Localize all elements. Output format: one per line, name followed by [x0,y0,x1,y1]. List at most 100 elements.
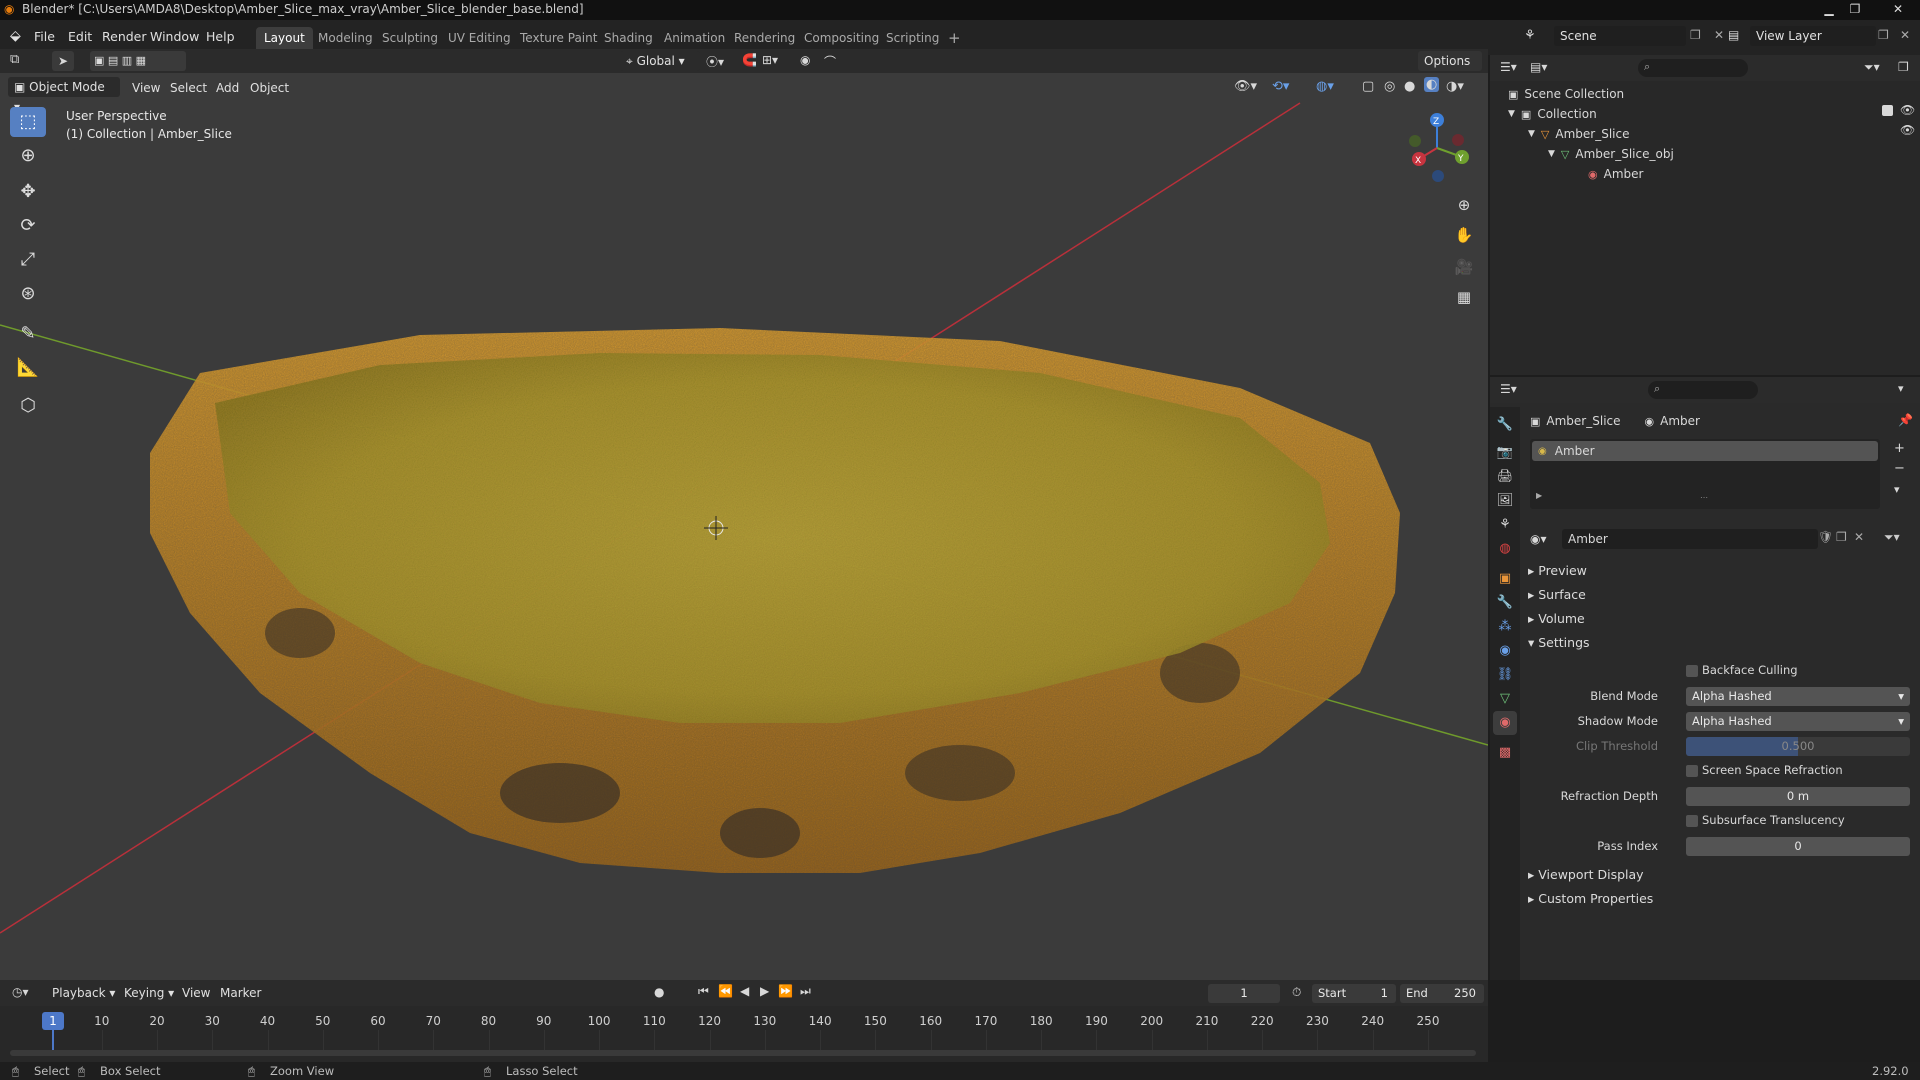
blend-mode-dropdown[interactable]: Alpha Hashed ▾ [1686,687,1910,706]
rotate-tool-icon[interactable]: ⟳ [10,211,46,241]
zoom-icon[interactable]: ⊕ [1450,191,1478,219]
add-cube-tool-icon[interactable]: ⬡ [10,391,46,421]
proportional-edit-icon[interactable]: ◉ [800,53,810,67]
next-keyframe-icon[interactable]: ⏩ [778,984,793,998]
timeline-editor-icon[interactable]: ◷▾ [12,985,29,999]
world-tab-icon[interactable]: ◍ [1493,537,1517,561]
tab-layout[interactable]: Layout [256,27,313,49]
refraction-depth-field[interactable]: 0 m [1686,787,1910,806]
screen-space-refraction-checkbox[interactable] [1686,765,1698,777]
chevron-down-icon[interactable]: ▾ [1898,382,1904,395]
material-slot-item[interactable]: ◉ Amber [1532,441,1878,461]
outliner-search-input[interactable]: ⌕ [1638,59,1748,77]
properties-editor-icon[interactable]: ☰▾ [1500,382,1517,396]
transform-orientation-dropdown[interactable]: ⌖ Global ▾ [620,51,700,71]
outliner-row-material[interactable]: ◉ Amber [1588,165,1643,183]
constraints-tab-icon[interactable]: ⛓ [1493,663,1517,687]
tab-rendering[interactable]: Rendering [726,27,803,49]
outliner-row-scene-collection[interactable]: ▣ Scene Collection [1508,85,1624,103]
timeline-track[interactable]: 10 20 30 40 50 60 70 80 90 100 110 120 130 140 150 160 1… [0,1006,1488,1062]
physics-tab-icon[interactable]: ◉ [1493,639,1517,663]
proportional-falloff-icon[interactable]: ⌒ [824,53,836,70]
outliner-editor-icon[interactable]: ☰▾ [1500,60,1517,74]
snap-target-icon[interactable]: ⊞▾ [762,53,778,67]
timeline-scrollbar[interactable] [10,1050,1476,1056]
section-viewport-display[interactable]: ▸ Viewport Display [1528,867,1644,882]
start-frame-field[interactable]: Start 1 [1312,984,1396,1003]
scene-icon[interactable]: ⚘ [1524,28,1536,43]
selection-mode-group[interactable]: ▣ ▤ ▥ ▦ [90,51,186,71]
transform-tool-icon[interactable]: ⊛ [10,279,46,309]
material-name-field[interactable]: Amber [1562,529,1818,549]
prev-keyframe-icon[interactable]: ⏪ [718,984,733,998]
pan-hand-icon[interactable]: ✋ [1450,221,1478,249]
measure-tool-icon[interactable]: 📐 [10,353,46,383]
texture-tab-icon[interactable]: ▩ [1493,741,1517,765]
subsurface-translucency-checkbox[interactable] [1686,815,1698,827]
play-icon[interactable]: ▶ [760,984,769,998]
close-window-icon[interactable]: ✕ [1880,0,1916,18]
scene-selector[interactable]: Scene [1554,26,1686,46]
current-frame-field[interactable]: 1 [1208,984,1280,1003]
editor-type-icon[interactable]: ⧉ [10,52,19,67]
tab-modeling[interactable]: Modeling [310,27,381,49]
menu-help[interactable]: Help [200,27,241,46]
scale-tool-icon[interactable]: ⤢ [10,245,46,275]
timeline-menu-marker[interactable]: Marker [214,984,267,1002]
section-settings[interactable]: ▾ Settings [1528,635,1590,650]
viewport-menu-object[interactable]: Object [244,79,295,97]
visibility-icon[interactable]: 👁▾ [1234,79,1257,94]
menu-edit[interactable]: Edit [62,27,98,46]
collection-visibility-eye-icon[interactable]: 👁 [1900,103,1915,117]
timeline-menu-keying[interactable]: Keying ▾ [118,984,180,1002]
3d-viewport[interactable]: Z Y X ▣ Object Mode ▾ View Select Add Ob… [0,73,1488,980]
properties-search-input[interactable]: ⌕ [1648,381,1758,399]
display-mode-icon[interactable]: ▤▾ [1530,60,1547,74]
annotate-tool-icon[interactable]: ✎ [10,319,46,349]
perspective-toggle-icon[interactable]: ▦ [1450,283,1478,311]
tab-compositing[interactable]: Compositing [796,27,887,49]
maximize-icon[interactable]: ❐ [1842,0,1868,18]
menu-file[interactable]: File [28,27,61,46]
pivot-point-icon[interactable]: ⦿▾ [706,53,724,70]
expand-arrow-icon[interactable]: ▼ [1548,149,1555,159]
tool-tab-icon[interactable]: 🔧 [1493,413,1517,437]
move-tool-icon[interactable]: ✥ [10,177,46,207]
add-slot-icon[interactable]: + [1894,441,1905,456]
view-layer-tab-icon[interactable]: 🖼 [1493,489,1517,513]
minimize-icon[interactable]: ▁ [1816,0,1842,18]
material-browse-icon[interactable]: ◉▾ [1530,532,1547,546]
render-tab-icon[interactable]: 📷 [1493,441,1517,465]
viewport-menu-view[interactable]: View [126,79,166,97]
object-mode-dropdown[interactable]: ▣ Object Mode ▾ [8,77,120,114]
scene-copy-icon[interactable]: ❐ [1690,28,1701,42]
clip-threshold-slider[interactable]: 0.500 [1686,737,1910,756]
view-layer-close-icon[interactable]: ✕ [1900,28,1910,42]
slot-specials-icon[interactable]: ▾ [1894,483,1900,496]
view-layer-copy-icon[interactable]: ❐ [1878,28,1889,42]
rendered-shading-icon[interactable]: ◑▾ [1446,79,1464,94]
end-frame-field[interactable]: End 250 [1400,984,1484,1003]
object-visibility-eye-icon[interactable]: 👁 [1900,123,1915,137]
view-layer-selector[interactable]: View Layer [1750,26,1876,46]
output-tab-icon[interactable]: 🖨 [1493,465,1517,489]
viewport-menu-add[interactable]: Add [210,79,245,97]
resize-handle-icon[interactable]: ⋯ [1700,493,1708,502]
expand-arrow-icon[interactable]: ▼ [1508,109,1515,119]
material-tab-icon[interactable]: ◉ [1493,711,1517,735]
options-dropdown[interactable]: Options ▾ [1418,51,1482,88]
section-preview[interactable]: ▸ Preview [1528,563,1587,578]
pin-icon[interactable]: 📌 [1898,413,1913,427]
outliner-row-mesh[interactable]: ▼ ▽ Amber_Slice_obj [1548,145,1674,163]
material-shading-icon[interactable]: ◐ [1424,77,1440,92]
snap-icon[interactable]: 🧲 [742,53,757,67]
gizmo-toggle-icon[interactable]: ⟲▾ [1272,79,1289,94]
tab-scripting[interactable]: Scripting [878,27,947,49]
material-browse[interactable]: ◉▾ [1530,529,1547,549]
wireframe-shading-icon[interactable]: ◎ [1384,79,1395,94]
menu-window[interactable]: Window [144,27,205,46]
overlay-toggle-icon[interactable]: ◍▾ [1316,79,1334,94]
section-volume[interactable]: ▸ Volume [1528,611,1585,626]
expand-arrow-icon[interactable]: ▶ [1536,491,1542,500]
add-workspace-icon[interactable]: + [940,27,969,49]
